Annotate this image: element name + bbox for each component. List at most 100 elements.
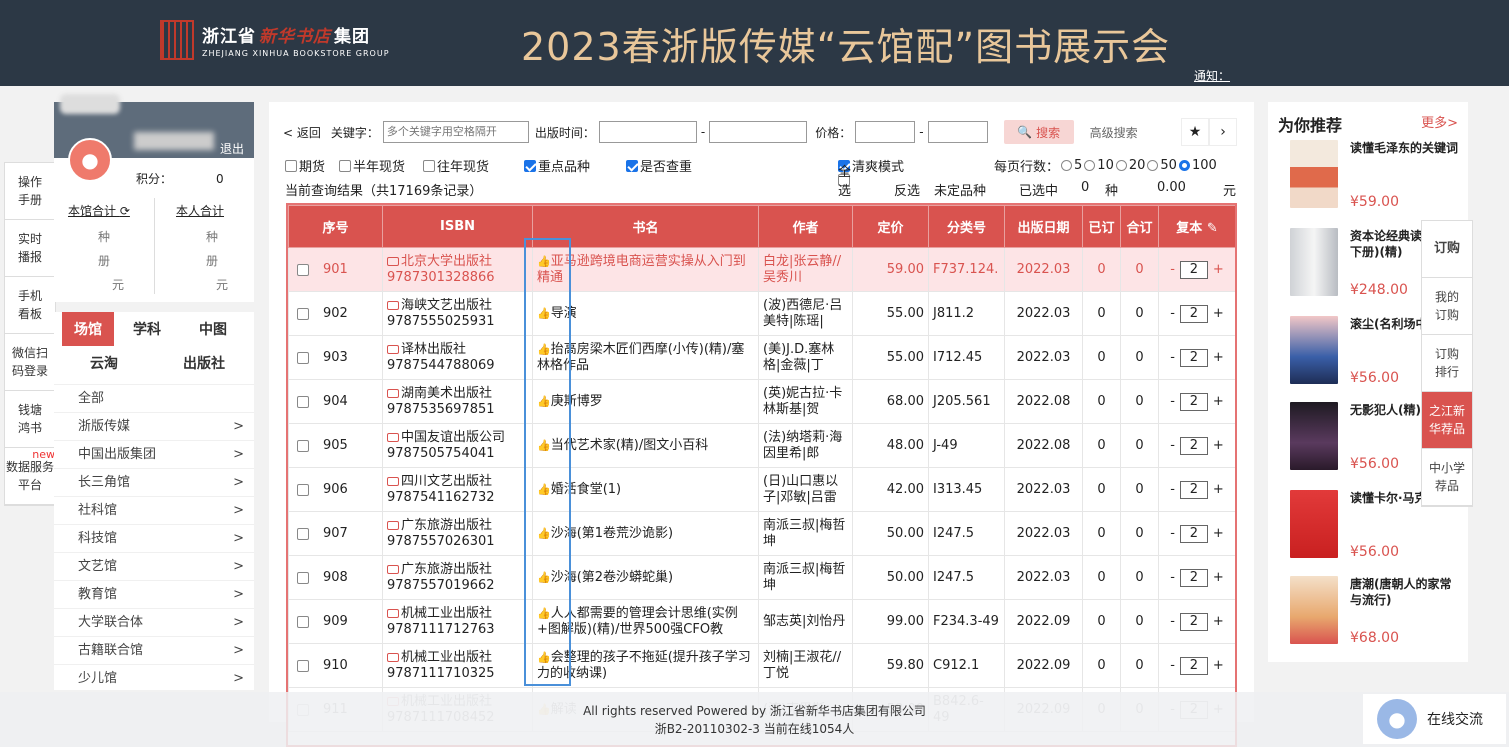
search-button[interactable]: 🔍 搜索 [1003, 120, 1074, 144]
cat-item[interactable]: 教育馆 > [54, 580, 254, 608]
radio[interactable] [1084, 160, 1096, 171]
sidetab-wechat-login[interactable]: 微信扫码登录 [5, 334, 55, 391]
publisher-name[interactable]: 湖南美术出版社 [401, 386, 492, 401]
table-row[interactable]: 903 译林出版社 9787544788069 👍抬高房梁木匠们西摩(小传)(精)/塞… [288, 335, 1235, 380]
increment-button[interactable]: + [1213, 438, 1224, 454]
back-link[interactable]: < 返回 [283, 124, 321, 141]
refresh-icon[interactable]: ⟳ [120, 204, 130, 218]
publisher-name[interactable]: 海峡文艺出版社 [401, 298, 492, 313]
unset-items[interactable]: 未定品种 [934, 180, 986, 199]
decrement-button[interactable]: - [1170, 350, 1175, 366]
rtab-my-orders[interactable]: 我的订购 [1422, 278, 1472, 335]
row-checkbox[interactable] [297, 395, 309, 408]
cat-item[interactable]: 科技馆 > [54, 524, 254, 552]
cat-item[interactable]: 社科馆 > [54, 496, 254, 524]
sidetab-mobile[interactable]: 手机看板 [5, 277, 55, 334]
cat-item[interactable]: 浙版传媒 > [54, 412, 254, 440]
online-chat-button[interactable]: ● 在线交流 [1363, 694, 1506, 744]
increment-button[interactable]: + [1213, 306, 1224, 322]
table-row[interactable]: 901 北京大学出版社 9787301328866 👍亚马逊跨境电商运营实操从入门到精… [288, 247, 1235, 292]
cat-item[interactable]: 长三角馆 > [54, 468, 254, 496]
opt-dedupe[interactable]: 是否查重 [626, 156, 692, 175]
cat-item[interactable]: 少儿馆 > [54, 664, 254, 692]
decrement-button[interactable]: - [1170, 306, 1175, 322]
copies-input[interactable]: 2 [1179, 392, 1208, 411]
book-title[interactable]: 当代艺术家(精)/图文小百科 [551, 438, 709, 453]
logout-link[interactable]: 退出 [220, 140, 244, 157]
radio[interactable] [1115, 160, 1127, 171]
copies-input[interactable]: 2 [1179, 348, 1208, 367]
sidetab-data-service[interactable]: new 数据服务平台 [5, 448, 55, 505]
table-row[interactable]: 904 湖南美术出版社 9787535697851 👍庚斯博罗 (英)妮古拉·卡林斯基|… [288, 379, 1235, 424]
radio[interactable] [1147, 160, 1159, 171]
increment-button[interactable]: + [1213, 658, 1224, 674]
cat-item[interactable]: 中国出版集团 > [54, 440, 254, 468]
rtab-zhijiang[interactable]: 之江新华荐品 [1422, 392, 1472, 449]
publisher-name[interactable]: 北京大学出版社 [401, 254, 492, 269]
decrement-button[interactable]: - [1170, 262, 1175, 278]
book-title[interactable]: 抬高房梁木匠们西摩(小传)(精)/塞林格作品 [537, 342, 744, 373]
recommend-item[interactable]: 唐潮(唐朝人的家常与流行) ¥68.00 [1278, 576, 1463, 656]
table-row[interactable]: 906 四川文艺出版社 9787541162732 👍婚活食堂(1) (日)山口惠以子|… [288, 467, 1235, 512]
opt-pastyear[interactable]: 往年现货 [423, 156, 489, 175]
radio-selected[interactable] [1178, 160, 1190, 171]
increment-button[interactable]: + [1213, 262, 1224, 278]
increment-button[interactable]: + [1213, 394, 1224, 410]
copies-input[interactable]: 2 [1179, 260, 1208, 279]
checkbox-checked[interactable] [626, 159, 638, 172]
publisher-name[interactable]: 译林出版社 [401, 342, 466, 357]
cat-item[interactable]: 大学联合体 > [54, 608, 254, 636]
price-max-input[interactable] [927, 121, 988, 143]
increment-button[interactable]: + [1213, 526, 1224, 542]
decrement-button[interactable]: - [1170, 394, 1175, 410]
book-title[interactable]: 导演 [551, 306, 577, 321]
row-checkbox[interactable] [297, 439, 309, 452]
advanced-search-link[interactable]: 高级搜索 [1090, 124, 1138, 141]
copies-input[interactable]: 2 [1179, 656, 1208, 675]
cat-item-all[interactable]: 全部 [54, 384, 254, 412]
col-title[interactable]: 书名 [532, 205, 759, 248]
publisher-name[interactable]: 广东旅游出版社 [401, 518, 492, 533]
rtab-order[interactable]: 订购 [1422, 221, 1472, 278]
increment-button[interactable]: + [1213, 350, 1224, 366]
col-class[interactable]: 分类号 [928, 205, 1005, 248]
col-ordered[interactable]: 已订 [1082, 205, 1121, 248]
publisher-name[interactable]: 广东旅游出版社 [401, 562, 492, 577]
row-checkbox[interactable] [297, 483, 309, 496]
star-icon[interactable]: ★ [1181, 118, 1209, 146]
cat-item[interactable]: 文艺馆 > [54, 552, 254, 580]
row-checkbox[interactable] [297, 307, 309, 320]
book-title[interactable]: 亚马逊跨境电商运营实操从入门到精通 [537, 254, 746, 285]
xinhua-logo[interactable]: 浙江省 新华书店 集团 ZHEJIANG XINHUA BOOKSTORE GROU… [160, 18, 390, 62]
sidetab-live[interactable]: 实时播报 [5, 220, 55, 277]
invert-selection[interactable]: 反选 [894, 180, 920, 199]
publisher-name[interactable]: 中国友谊出版公司 [401, 430, 505, 445]
chevron-right-icon[interactable]: › [1209, 118, 1237, 146]
publisher-name[interactable]: 机械工业出版社 [401, 650, 492, 665]
publisher-name[interactable]: 四川文艺出版社 [401, 474, 492, 489]
table-row[interactable]: 908 广东旅游出版社 9787557019662 👍沙海(第2卷沙蟒蛇巢) 南派三叔|… [288, 555, 1235, 600]
checkbox[interactable] [285, 159, 297, 172]
col-date[interactable]: 出版日期 [1004, 205, 1083, 248]
date-to-input[interactable] [709, 121, 808, 143]
rtab-school[interactable]: 中小学荐品 [1422, 449, 1472, 506]
row-checkbox[interactable] [297, 263, 309, 276]
checkbox[interactable] [423, 159, 435, 172]
col-isbn[interactable]: ISBN [382, 205, 533, 248]
library-total-link[interactable]: 本馆合计 ⟳ [68, 202, 130, 219]
table-row[interactable]: 902 海峡文艺出版社 9787555025931 👍导演 (波)西德尼·吕美特|陈瑶|… [288, 291, 1235, 336]
notice-link[interactable]: 通知： [1194, 67, 1230, 84]
sidetab-manual[interactable]: 操作手册 [5, 163, 55, 220]
decrement-button[interactable]: - [1170, 570, 1175, 586]
cat-tab-publisher[interactable]: 出版社 [154, 346, 254, 380]
radio[interactable] [1061, 160, 1073, 171]
cat-tab-cloud[interactable]: 云淘 [54, 346, 154, 380]
col-combined[interactable]: 合订 [1120, 205, 1159, 248]
row-checkbox[interactable] [297, 571, 309, 584]
decrement-button[interactable]: - [1170, 526, 1175, 542]
col-copies[interactable]: 复本 ✎ [1158, 205, 1235, 248]
book-title[interactable]: 人人都需要的管理会计思维(实例+图解版)(精)/世界500强CFO教 [537, 606, 738, 637]
copies-input[interactable]: 2 [1179, 304, 1208, 323]
col-no[interactable]: 序号 [288, 205, 383, 248]
row-checkbox[interactable] [297, 351, 309, 364]
